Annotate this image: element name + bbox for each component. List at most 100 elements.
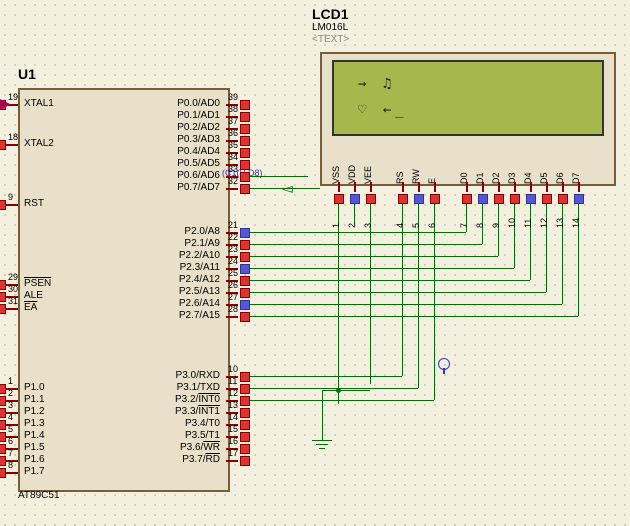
net-wire	[250, 244, 482, 245]
pin-pad[interactable]	[240, 264, 250, 274]
pin-pad[interactable]	[510, 194, 520, 204]
pin-pad[interactable]	[240, 160, 250, 170]
pin-pad[interactable]	[478, 194, 488, 204]
gnd-wire	[322, 390, 323, 440]
pin-pad[interactable]	[462, 194, 472, 204]
u1-right-pin-label: P3.1/TXD	[160, 382, 220, 393]
pin-number: 10	[228, 364, 238, 374]
pin-pad[interactable]	[240, 456, 250, 466]
u1-left-pin-label: P1.0	[24, 382, 45, 393]
pin-pad[interactable]	[558, 194, 568, 204]
pin-number: 35	[228, 140, 238, 150]
pin-pad[interactable]	[240, 148, 250, 158]
pin-number: 24	[228, 256, 238, 266]
u1-right-pin-label: P3.2/INT0	[160, 394, 220, 405]
pin-number: 1	[8, 376, 13, 386]
pin-pad[interactable]	[240, 252, 250, 262]
pin-pad[interactable]	[240, 172, 250, 182]
pin-stub	[226, 188, 238, 190]
pin-pad[interactable]	[240, 240, 250, 250]
pin-pad[interactable]	[0, 200, 6, 210]
u1-left-pin-label: P1.5	[24, 442, 45, 453]
u1-right-pin-label: P2.0/A8	[160, 226, 220, 237]
pin-pad[interactable]	[240, 420, 250, 430]
pin-pad[interactable]	[240, 444, 250, 454]
pin-pad[interactable]	[350, 194, 360, 204]
pin-number: 22	[228, 232, 238, 242]
pin-pad[interactable]	[240, 408, 250, 418]
pin-number: 5	[8, 424, 13, 434]
u1-left-pin-label: P1.1	[24, 394, 45, 405]
pin-pad[interactable]	[0, 408, 6, 418]
pin-number: 6	[8, 436, 13, 446]
pin-stub	[370, 182, 372, 192]
pin-number: 17	[228, 448, 238, 458]
lcd-pin-number: 12	[539, 218, 549, 228]
pin-pad[interactable]	[334, 194, 344, 204]
pin-pad[interactable]	[240, 372, 250, 382]
u1-left-pin-label: XTAL1	[24, 98, 54, 109]
u1-right-pin-label: P2.1/A9	[160, 238, 220, 249]
u1-left-pin-label: EA	[24, 302, 37, 313]
pin-pad[interactable]	[240, 136, 250, 146]
pin-pad[interactable]	[526, 194, 536, 204]
pin-pad[interactable]	[0, 304, 6, 314]
pin-pad[interactable]	[398, 194, 408, 204]
pin-pad[interactable]	[240, 112, 250, 122]
pin-pad[interactable]	[494, 194, 504, 204]
pin-pad[interactable]	[0, 292, 6, 302]
u1-right-pin-label: P3.6/WR	[160, 442, 220, 453]
u1-right-pin-label: P3.7/RD	[160, 454, 220, 465]
pin-pad[interactable]	[542, 194, 552, 204]
pin-pad[interactable]	[240, 300, 250, 310]
input-arrow-icon: ▶	[0, 95, 11, 112]
pin-number: 38	[228, 104, 238, 114]
net-wire	[250, 188, 320, 189]
pin-pad[interactable]	[430, 194, 440, 204]
u1-left-pin-label: PSEN	[24, 278, 51, 289]
lcd-screen: → ♫ ♡ ←_	[332, 60, 604, 136]
pin-pad[interactable]	[240, 228, 250, 238]
pin-pad[interactable]	[0, 384, 6, 394]
u1-right-pin-label: P2.4/A12	[160, 274, 220, 285]
pin-pad[interactable]	[240, 432, 250, 442]
pin-pad[interactable]	[0, 456, 6, 466]
net-wire	[514, 204, 515, 268]
lcd-pin-number: 7	[459, 223, 469, 228]
pin-pad[interactable]	[0, 444, 6, 454]
pin-pad[interactable]	[0, 140, 6, 150]
pin-pad[interactable]	[240, 184, 250, 194]
u1-left-pin-label: P1.2	[24, 406, 45, 417]
pin-number: 31	[8, 296, 18, 306]
pin-pad[interactable]	[366, 194, 376, 204]
pin-stub	[514, 182, 516, 192]
pin-number: 23	[228, 244, 238, 254]
pin-pad[interactable]	[240, 100, 250, 110]
net-wire	[250, 316, 578, 317]
pin-pad[interactable]	[240, 288, 250, 298]
pin-pad[interactable]	[0, 468, 6, 478]
u1-right-pin-label: P0.2/AD2	[160, 122, 220, 133]
pin-pad[interactable]	[240, 396, 250, 406]
pin-pad[interactable]	[414, 194, 424, 204]
pin-stub	[530, 182, 532, 192]
pin-number: 15	[228, 424, 238, 434]
pin-pad[interactable]	[0, 420, 6, 430]
lcd-part: LM016L	[312, 22, 348, 33]
pin-pad[interactable]	[240, 312, 250, 322]
pin-pad[interactable]	[240, 384, 250, 394]
net-wire	[338, 390, 370, 391]
net-wire	[250, 256, 498, 257]
pin-stub	[6, 144, 18, 146]
lcd-pin-number: 6	[427, 223, 437, 228]
u1-right-pin-label: P2.7/A15	[160, 310, 220, 321]
pin-pad[interactable]	[0, 280, 6, 290]
u1-right-pin-label: P2.3/A11	[160, 262, 220, 273]
probe-stem	[443, 368, 445, 374]
pin-pad[interactable]	[0, 396, 6, 406]
pin-pad[interactable]	[574, 194, 584, 204]
pin-pad[interactable]	[0, 432, 6, 442]
pin-number: 34	[228, 152, 238, 162]
pin-pad[interactable]	[240, 124, 250, 134]
pin-pad[interactable]	[240, 276, 250, 286]
